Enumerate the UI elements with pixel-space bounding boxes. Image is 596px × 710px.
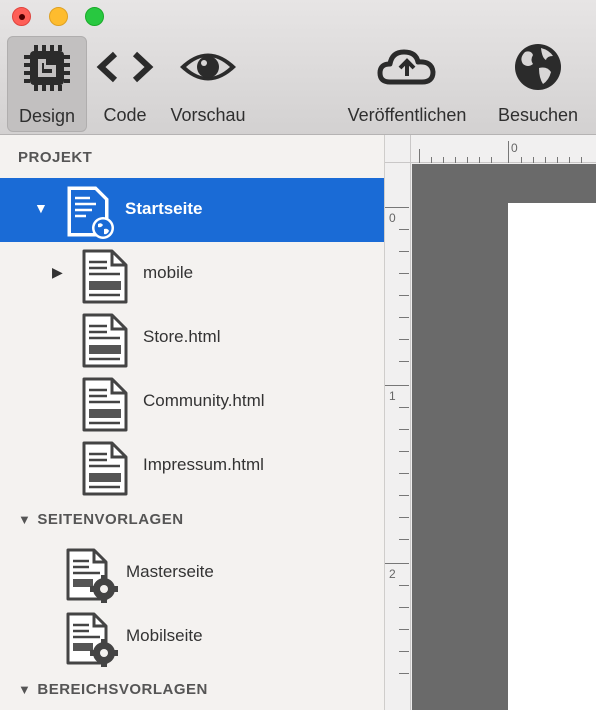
- ruler-tick: [545, 157, 546, 163]
- page-row-community[interactable]: Community.html: [0, 370, 384, 434]
- page-row-startseite[interactable]: ▼ Startseite: [0, 178, 384, 242]
- disclosure-triangle-expanded-icon[interactable]: ▼: [34, 200, 48, 216]
- close-window-button[interactable]: [12, 7, 31, 26]
- ruler-tick: [399, 295, 409, 296]
- page-label: Startseite: [125, 199, 203, 218]
- section-header-project: PROJEKT: [18, 149, 92, 166]
- ruler-tick: [399, 317, 409, 318]
- globe-icon: [515, 44, 561, 90]
- page-label: Community.html: [143, 391, 265, 410]
- ruler-tick: [399, 273, 409, 274]
- ruler-tick: [399, 407, 409, 408]
- ruler-tick: [399, 339, 409, 340]
- ruler-tick: [399, 651, 409, 652]
- ruler-tick: [385, 563, 409, 564]
- section-label-area-templates: BEREICHSVORLAGEN: [37, 681, 208, 698]
- eye-icon: [180, 53, 236, 81]
- section-header-area-templates[interactable]: ▼ BEREICHSVORLAGEN: [18, 681, 208, 698]
- ruler-corner: [385, 135, 411, 163]
- ruler-tick: [399, 517, 409, 518]
- home-page-icon: [67, 186, 114, 239]
- ruler-tick: [399, 607, 409, 608]
- ruler-tick: [521, 157, 522, 163]
- page-row-store[interactable]: Store.html: [0, 306, 384, 370]
- code-label: Code: [103, 105, 147, 125]
- visit-label: Besuchen: [497, 105, 579, 125]
- ruler-tick: [399, 539, 409, 540]
- ruler-tick: [399, 229, 409, 230]
- template-label: Mobilseite: [126, 626, 203, 645]
- project-sidebar: PROJEKT ▼ Startseite ▶ mobile Store.html…: [0, 135, 385, 710]
- ruler-tick: [399, 251, 409, 252]
- page-icon: [82, 441, 128, 496]
- code-brackets-icon: [96, 51, 154, 83]
- ruler-label: 2: [389, 567, 396, 581]
- design-canvas[interactable]: 0 0 1 2: [385, 135, 596, 710]
- section-header-page-templates[interactable]: ▼ SEITENVORLAGEN: [18, 511, 184, 528]
- ruler-tick: [508, 141, 509, 163]
- ruler-tick: [569, 157, 570, 163]
- template-gear-icon: [66, 612, 118, 667]
- disclosure-triangle-expanded-icon[interactable]: ▼: [18, 512, 31, 527]
- page-icon: [82, 313, 128, 368]
- preview-label: Vorschau: [170, 105, 246, 125]
- page-icon: [82, 377, 128, 432]
- ruler-tick: [399, 451, 409, 452]
- ruler-tick: [557, 157, 558, 163]
- publish-label: Veröffentlichen: [347, 105, 467, 125]
- ruler-tick: [399, 361, 409, 362]
- page-row-impressum[interactable]: Impressum.html: [0, 434, 384, 498]
- visit-button[interactable]: Besuchen: [490, 36, 586, 132]
- page-icon: [82, 249, 128, 304]
- disclosure-triangle-collapsed-icon[interactable]: ▶: [52, 264, 63, 281]
- page-preview[interactable]: [508, 203, 596, 710]
- ruler-tick: [399, 429, 409, 430]
- ruler-tick: [385, 385, 409, 386]
- page-label: Store.html: [143, 327, 221, 346]
- section-label-project: PROJEKT: [18, 149, 93, 166]
- ruler-tick: [581, 157, 582, 163]
- template-row-mobilseite[interactable]: Mobilseite: [0, 605, 384, 669]
- page-row-mobile[interactable]: ▶ mobile: [0, 242, 384, 306]
- ruler-tick: [419, 149, 420, 163]
- ruler-tick: [467, 157, 468, 163]
- toolbar: Design Code Vorschau Veröffentlichen Bes…: [0, 0, 596, 135]
- template-row-masterseite[interactable]: Masterseite: [0, 541, 384, 605]
- template-gear-icon: [66, 548, 118, 603]
- ruler-tick: [399, 673, 409, 674]
- ruler-tick: [443, 157, 444, 163]
- ruler-label: 1: [389, 389, 396, 403]
- ruler-label: 0: [511, 141, 518, 155]
- cloud-upload-icon: [377, 49, 436, 85]
- ruler-tick: [385, 207, 409, 208]
- ruler-tick: [399, 629, 409, 630]
- maximize-window-button[interactable]: [85, 7, 104, 26]
- design-button[interactable]: Design: [7, 36, 87, 132]
- publish-button[interactable]: Veröffentlichen: [334, 36, 480, 132]
- preview-button[interactable]: Vorschau: [162, 36, 254, 132]
- ruler-tick: [479, 157, 480, 163]
- disclosure-triangle-expanded-icon[interactable]: ▼: [18, 682, 31, 697]
- ruler-label: 0: [389, 211, 396, 225]
- ruler-tick: [399, 495, 409, 496]
- design-label: Design: [18, 106, 76, 126]
- ruler-tick: [491, 157, 492, 163]
- template-label: Masterseite: [126, 562, 214, 581]
- horizontal-ruler: 0: [411, 135, 596, 163]
- ruler-tick: [533, 157, 534, 163]
- page-label: Impressum.html: [143, 455, 264, 474]
- design-chip-icon: [24, 45, 70, 91]
- minimize-window-button[interactable]: [49, 7, 68, 26]
- section-label-page-templates: SEITENVORLAGEN: [37, 511, 184, 528]
- code-button[interactable]: Code: [88, 36, 162, 132]
- page-label: mobile: [143, 263, 194, 282]
- ruler-tick: [455, 157, 456, 163]
- ruler-tick: [431, 157, 432, 163]
- ruler-tick: [399, 585, 409, 586]
- vertical-ruler: 0 1 2: [385, 163, 411, 710]
- ruler-tick: [399, 473, 409, 474]
